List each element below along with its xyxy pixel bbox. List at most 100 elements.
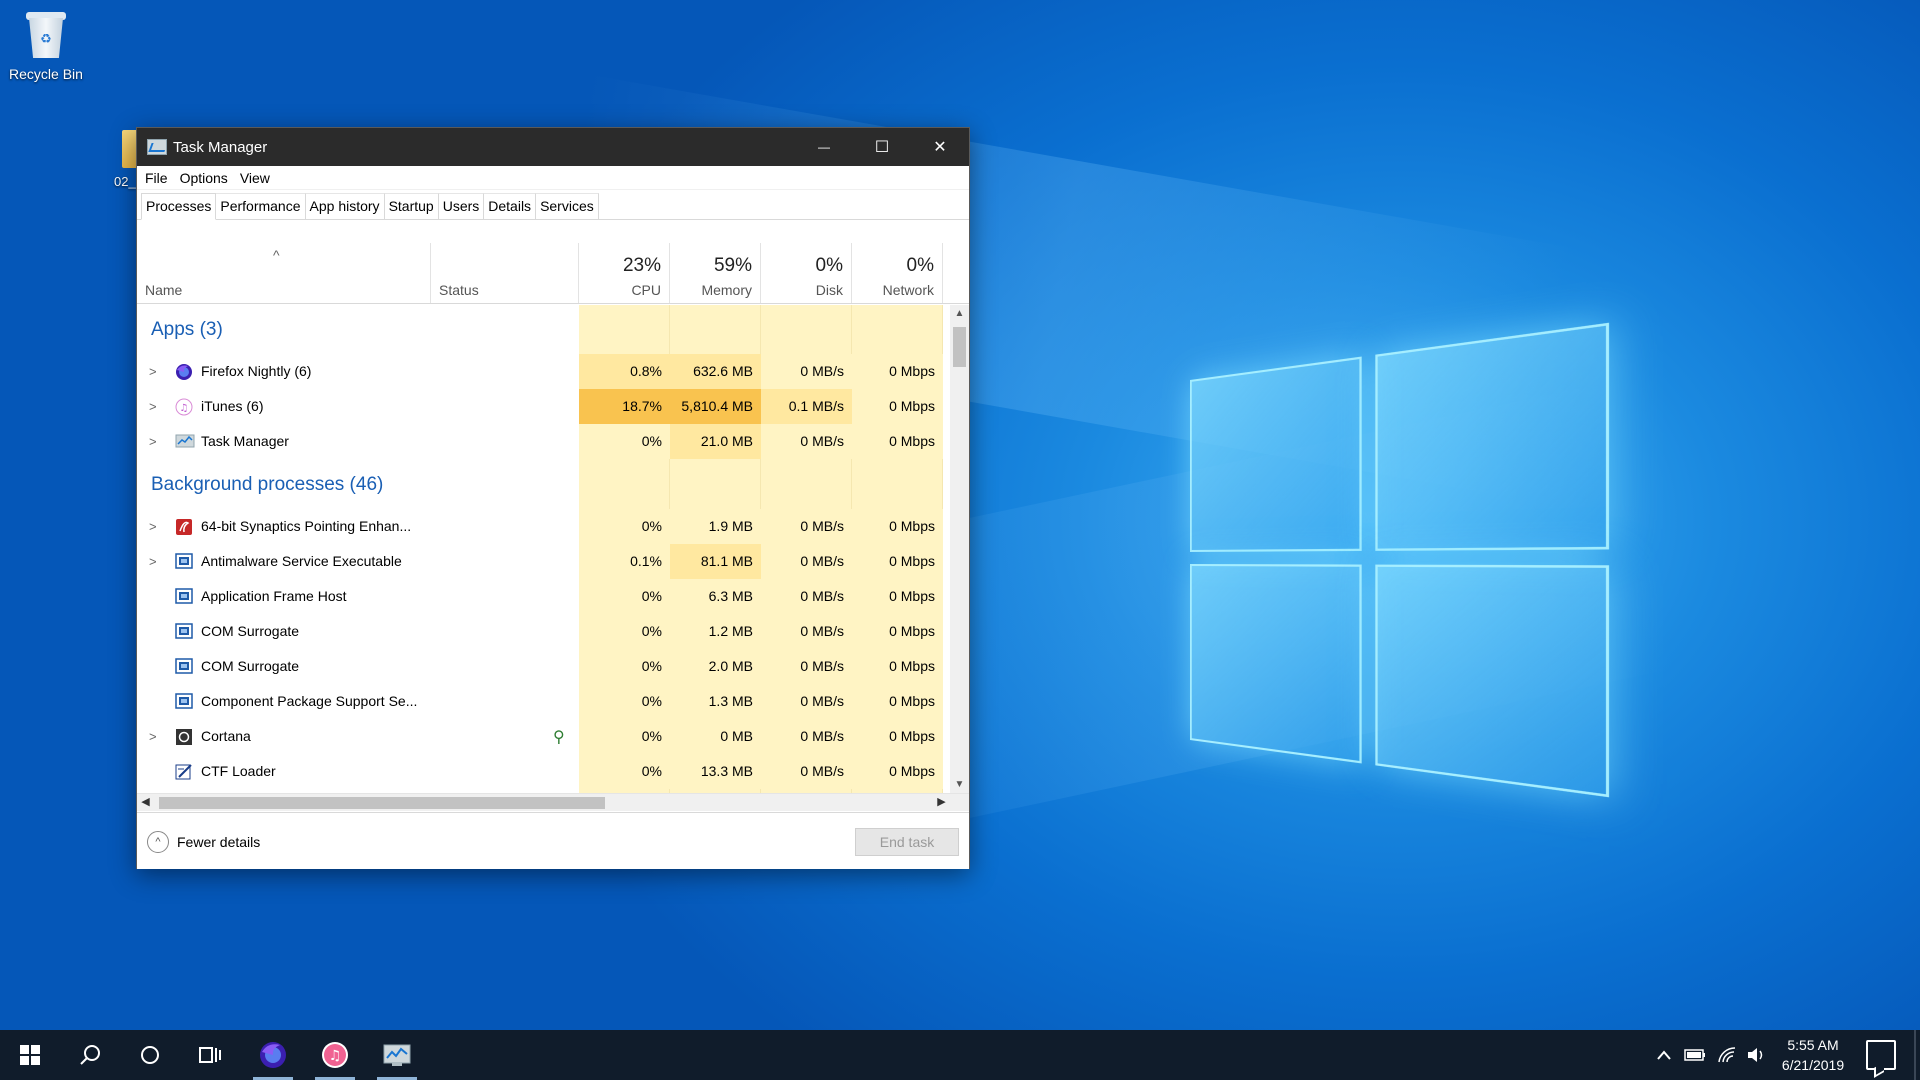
chevron-right-icon[interactable]: >: [149, 424, 157, 459]
task-view-button[interactable]: [186, 1030, 234, 1080]
cpu-value: 0.8%: [579, 354, 670, 389]
horizontal-scrollbar[interactable]: ◀ ▶: [137, 793, 969, 811]
tab-users[interactable]: Users: [439, 193, 485, 219]
show-desktop-button[interactable]: [1914, 1030, 1916, 1080]
chevron-right-icon[interactable]: >: [149, 544, 157, 579]
task-manager-window: Task Manager — ☐ ✕ File Options View Pro…: [136, 127, 970, 869]
memory-value: 0 MB: [670, 719, 761, 754]
desktop-icon-recycle-bin[interactable]: ♻ Recycle Bin: [1, 8, 91, 82]
show-hidden-icons-button[interactable]: [1652, 1030, 1676, 1080]
tab-app-history[interactable]: App history: [306, 193, 385, 219]
column-header-cpu[interactable]: 23% CPU: [579, 243, 670, 304]
tab-services[interactable]: Services: [536, 193, 599, 219]
end-task-button[interactable]: End task: [855, 828, 959, 856]
vertical-scroll-thumb[interactable]: [953, 327, 966, 367]
scroll-down-icon[interactable]: ▼: [950, 776, 969, 793]
desktop-icon-folder[interactable]: 02_: [100, 130, 140, 192]
maximize-button[interactable]: ☐: [853, 128, 911, 166]
process-row[interactable]: > Cortana ⚲ 0% 0 MB 0 MB/s 0 Mbps: [137, 719, 950, 754]
disk-value: 0 MB/s: [761, 579, 852, 614]
itunes-icon: ♫: [320, 1040, 350, 1070]
taskbar-task-manager[interactable]: [373, 1030, 421, 1080]
search-button[interactable]: [66, 1030, 114, 1080]
scroll-right-icon[interactable]: ▶: [933, 794, 950, 811]
process-row[interactable]: > Firefox Nightly (6) 0.8% 632.6 MB 0 MB/s 0 …: [137, 354, 950, 389]
service-icon: [175, 623, 193, 640]
memory-value: 13.3 MB: [670, 754, 761, 789]
cpu-value: 0%: [579, 614, 670, 649]
cpu-value: 0%: [579, 424, 670, 459]
taskbar-firefox-nightly[interactable]: [249, 1030, 297, 1080]
itunes-icon: ♫: [175, 398, 193, 415]
battery-button[interactable]: [1680, 1030, 1710, 1080]
taskbar: ♫ 5:55 AM 6/21/2019: [0, 1030, 1920, 1080]
cpu-value: 0%: [579, 684, 670, 719]
network-value: 0 Mbps: [852, 649, 943, 684]
taskbar-clock[interactable]: 5:55 AM 6/21/2019: [1770, 1035, 1856, 1075]
tab-processes[interactable]: Processes: [141, 193, 216, 220]
cpu-value: 18.7%: [579, 389, 670, 424]
tab-performance[interactable]: Performance: [216, 193, 305, 219]
start-button[interactable]: [6, 1030, 54, 1080]
volume-button[interactable]: [1742, 1030, 1770, 1080]
taskbar-itunes[interactable]: ♫: [311, 1030, 359, 1080]
synaptics-icon: [175, 518, 193, 535]
column-header-network[interactable]: 0% Network: [852, 243, 943, 304]
process-row[interactable]: > ♫ iTunes (6) 18.7% 5,810.4 MB 0.1 MB/s 0 Mbp…: [137, 389, 950, 424]
close-button[interactable]: ✕: [911, 128, 969, 166]
horizontal-scroll-thumb[interactable]: [159, 797, 605, 809]
network-value: 0 Mbps: [852, 544, 943, 579]
memory-value: 1.2 MB: [670, 614, 761, 649]
cortana-circle-icon: [139, 1044, 161, 1066]
scroll-left-icon[interactable]: ◀: [137, 794, 154, 811]
process-row[interactable]: COM Surrogate 0% 1.2 MB 0 MB/s 0 Mbps: [137, 614, 950, 649]
column-header-status[interactable]: Status: [431, 243, 579, 304]
fewer-details-button[interactable]: ^ Fewer details: [147, 831, 260, 853]
process-name: CTF Loader: [201, 754, 276, 789]
process-row[interactable]: >64-bit Synaptics Pointing Enhan... 0% 1.9…: [137, 509, 950, 544]
column-header-name[interactable]: ^ Name: [137, 243, 431, 304]
menu-options[interactable]: Options: [180, 170, 228, 186]
firefox-nightly-icon: [258, 1040, 288, 1070]
chevron-right-icon[interactable]: >: [149, 354, 157, 389]
process-name: iTunes (6): [201, 389, 264, 424]
process-row[interactable]: > Antimalware Service Executable 0.1% 81.1 …: [137, 544, 950, 579]
column-header-row: ^ Name Status 23% CPU 59% Memory 0% Disk…: [137, 243, 969, 304]
group-header-background[interactable]: Background processes (46): [137, 466, 950, 504]
process-row[interactable]: > Task Manager 0% 21.0 MB 0 MB/s 0 Mbps: [137, 424, 950, 459]
tab-details[interactable]: Details: [484, 193, 536, 219]
chevron-up-icon: [1657, 1050, 1671, 1060]
chevron-up-icon: ^: [147, 831, 169, 853]
process-row[interactable]: CTF Loader 0% 13.3 MB 0 MB/s 0 Mbps: [137, 754, 950, 789]
process-row[interactable]: Component Package Support Se... 0% 1.3 MB 0…: [137, 684, 950, 719]
menu-bar: File Options View: [137, 166, 969, 190]
column-header-memory[interactable]: 59% Memory: [670, 243, 761, 304]
network-value: 0 Mbps: [852, 754, 943, 789]
memory-value: 6.3 MB: [670, 579, 761, 614]
chevron-right-icon[interactable]: >: [149, 509, 157, 544]
service-icon: [175, 693, 193, 710]
tab-startup[interactable]: Startup: [385, 193, 439, 219]
menu-view[interactable]: View: [240, 170, 270, 186]
process-row[interactable]: Application Frame Host 0% 6.3 MB 0 MB/s 0 Mb…: [137, 579, 950, 614]
scroll-up-icon[interactable]: ▲: [950, 305, 969, 322]
minimize-button[interactable]: —: [795, 128, 853, 166]
process-name: 64-bit Synaptics Pointing Enhan...: [201, 509, 411, 544]
column-header-disk[interactable]: 0% Disk: [761, 243, 852, 304]
vertical-scrollbar[interactable]: ▲ ▼: [950, 305, 969, 793]
title-bar[interactable]: Task Manager — ☐ ✕: [137, 128, 969, 166]
disk-value: 0 MB/s: [761, 509, 852, 544]
process-name: Application Frame Host: [201, 579, 347, 614]
chevron-right-icon[interactable]: >: [149, 389, 157, 424]
network-value: 0 Mbps: [852, 389, 943, 424]
menu-file[interactable]: File: [145, 170, 168, 186]
group-header-apps[interactable]: Apps (3): [137, 311, 950, 349]
action-center-icon[interactable]: [1866, 1040, 1896, 1070]
network-button[interactable]: [1712, 1030, 1742, 1080]
desktop-icon-label: Recycle Bin: [1, 66, 91, 82]
cortana-button[interactable]: [126, 1030, 174, 1080]
disk-value: 0 MB/s: [761, 354, 852, 389]
chevron-right-icon[interactable]: >: [149, 719, 157, 754]
disk-value: 0.1 MB/s: [761, 389, 852, 424]
process-row[interactable]: COM Surrogate 0% 2.0 MB 0 MB/s 0 Mbps: [137, 649, 950, 684]
